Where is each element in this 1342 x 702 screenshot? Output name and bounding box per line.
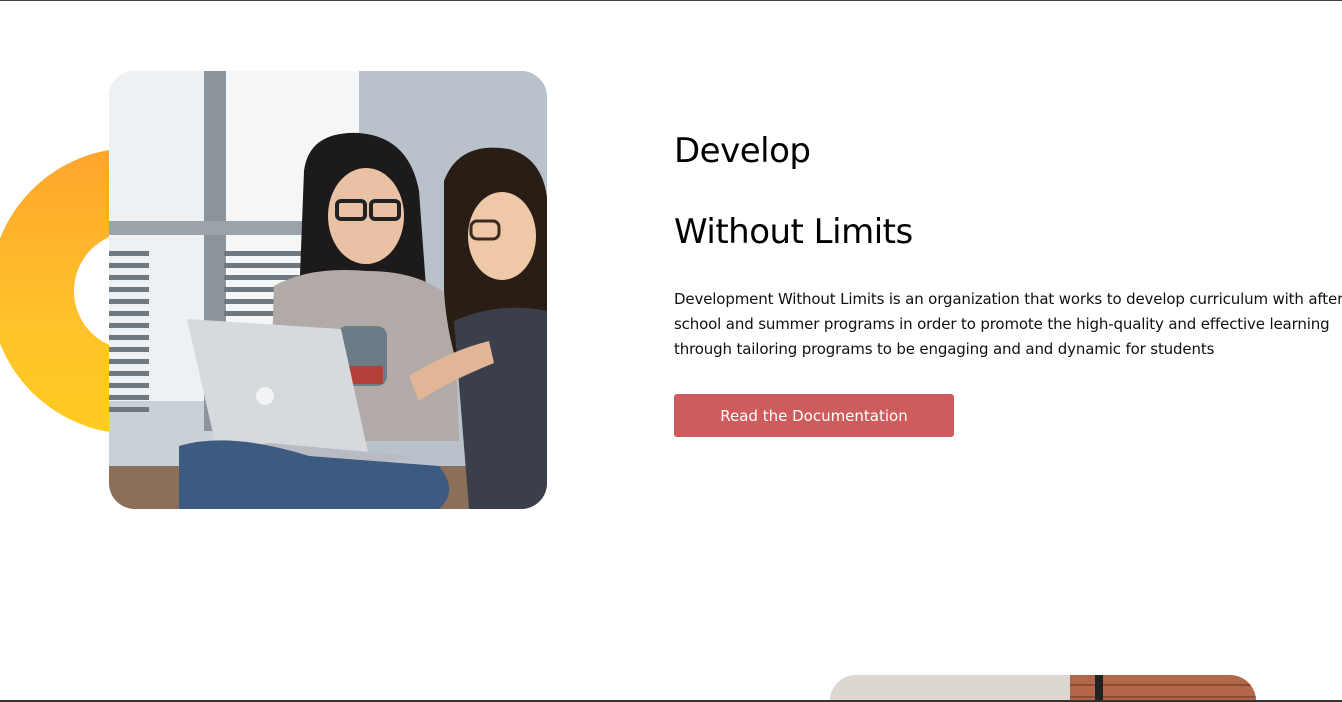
hero-heading-line1: Develop [674, 131, 811, 171]
top-divider [0, 0, 1342, 1]
hero-photo [109, 71, 547, 509]
next-section-photo [830, 675, 1256, 702]
hero-heading-line2: Without Limits [674, 212, 913, 252]
read-documentation-button[interactable]: Read the Documentation [674, 394, 954, 437]
hero-description: Development Without Limits is an organiz… [674, 290, 1342, 358]
